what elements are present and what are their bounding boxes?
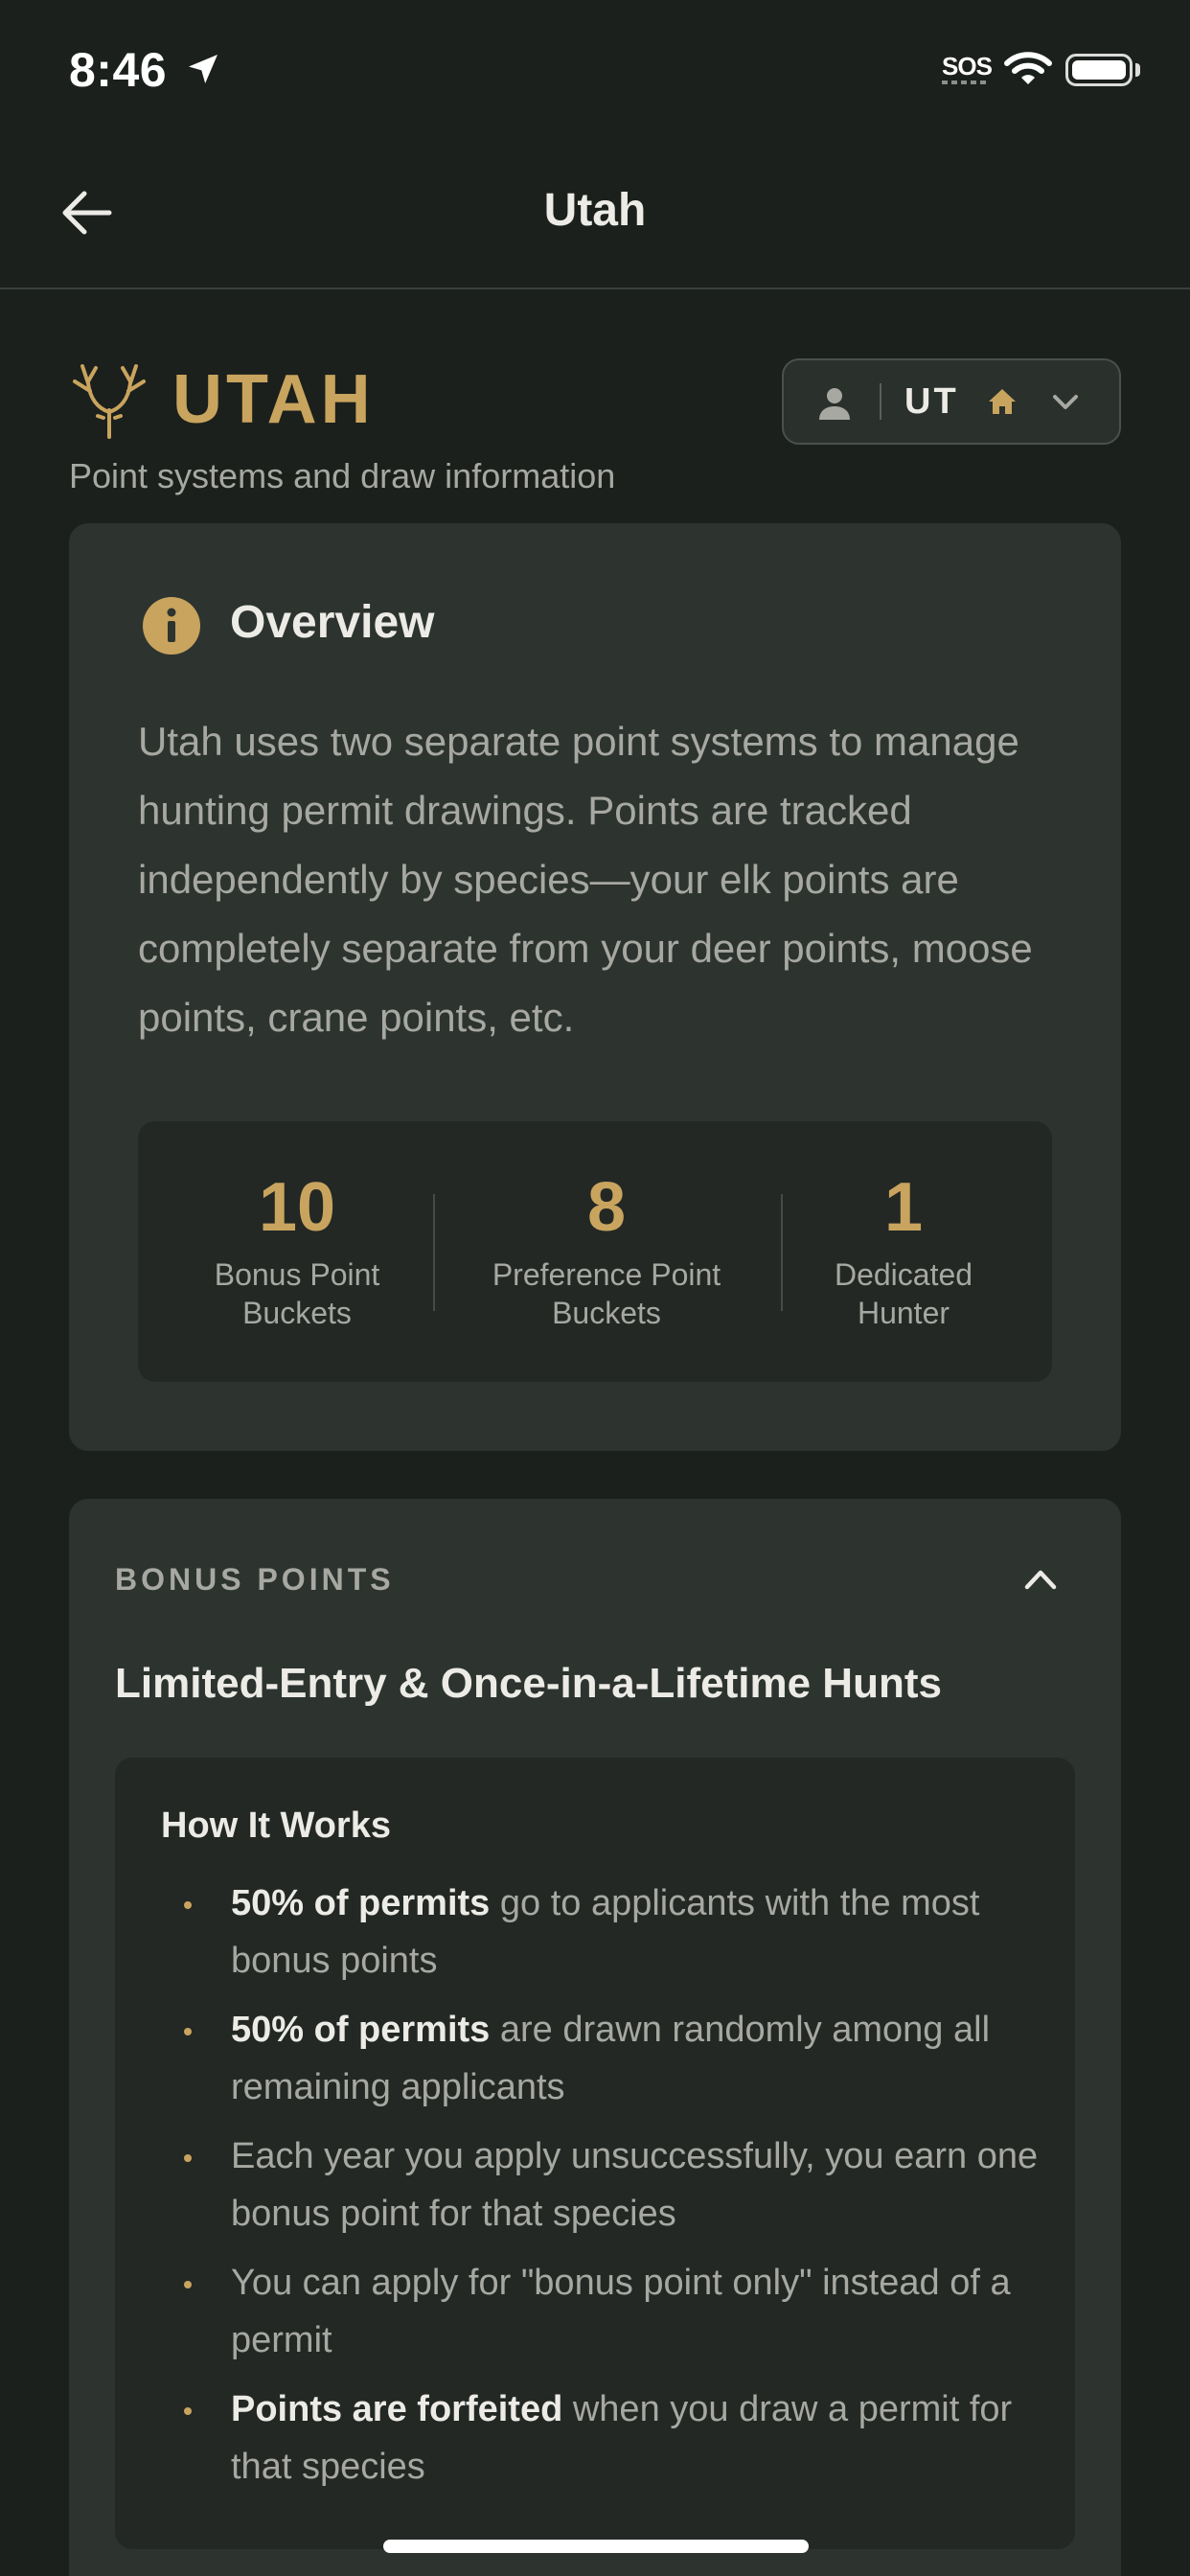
list-item: Points are forfeited when you draw a per…: [161, 2380, 1042, 2496]
info-icon: [143, 597, 200, 655]
stat-label-line2: Buckets: [552, 1296, 661, 1330]
stat-label-line1: Dedicated: [834, 1257, 973, 1292]
selector-divider: [880, 383, 881, 420]
bullet-bold: Points are forfeited: [231, 2389, 563, 2429]
state-title: UTAH: [172, 361, 375, 438]
bonus-points-title: Limited-Entry & Once-in-a-Lifetime Hunts: [115, 1660, 942, 1707]
overview-title: Overview: [230, 597, 435, 648]
chevron-down-icon: [1053, 395, 1078, 409]
home-indicator[interactable]: [383, 2540, 809, 2553]
signal-dots: [942, 80, 988, 84]
overview-description: Utah uses two separate point systems to …: [138, 719, 1033, 1040]
how-it-works-title: How It Works: [161, 1806, 391, 1846]
bullet-text: Each year you apply unsuccessfully, you …: [231, 2136, 1039, 2234]
home-icon: [989, 389, 1016, 414]
stat-label: Dedicated Hunter: [797, 1255, 1010, 1332]
stat-label-line1: Bonus Point: [214, 1257, 380, 1292]
stat-divider: [433, 1194, 435, 1311]
antler-icon: [73, 364, 146, 439]
header-divider: [0, 288, 1190, 289]
stat-value: 10: [258, 1169, 336, 1246]
chevron-up-icon[interactable]: [1021, 1564, 1060, 1593]
location-arrow-icon: [189, 55, 217, 83]
bullet-text: You can apply for "bonus point only" ins…: [231, 2263, 1011, 2360]
list-item: 50% of permits are drawn randomly among …: [161, 2001, 1042, 2116]
stat-dedicated-hunter: 1 Dedicated Hunter: [797, 1167, 1010, 1332]
list-item: 50% of permits go to applicants with the…: [161, 1874, 1042, 1990]
stat-divider: [781, 1194, 783, 1311]
bonus-points-section-label[interactable]: BONUS POINTS: [115, 1562, 395, 1598]
bullet-bold: 50% of permits: [231, 2010, 491, 2050]
stat-value: 1: [883, 1169, 924, 1246]
stat-label-line2: Hunter: [857, 1296, 950, 1330]
stat-label: Bonus Point Buckets: [176, 1255, 418, 1332]
page-title: Utah: [543, 185, 647, 236]
wifi-icon: [1004, 52, 1052, 84]
stat-label: Preference Point Buckets: [450, 1255, 763, 1332]
status-time: 8:46: [69, 43, 168, 97]
bullet-bold: 50% of permits: [231, 1883, 491, 1923]
stat-value: 8: [586, 1169, 627, 1246]
list-item: Each year you apply unsuccessfully, you …: [161, 2128, 1042, 2242]
battery-icon: [1065, 54, 1133, 86]
how-it-works-list: 50% of permits go to applicants with the…: [161, 1874, 1042, 2507]
state-subtitle: Point systems and draw information: [69, 456, 616, 495]
list-item: You can apply for "bonus point only" ins…: [161, 2254, 1042, 2369]
stat-preference-point-buckets: 8 Preference Point Buckets: [450, 1167, 763, 1332]
stat-label-line2: Buckets: [242, 1296, 352, 1330]
sos-indicator: SOS: [942, 52, 993, 80]
stat-bonus-point-buckets: 10 Bonus Point Buckets: [176, 1167, 418, 1332]
battery-cap: [1135, 63, 1140, 77]
state-code: UT: [904, 381, 959, 422]
stat-label-line1: Preference Point: [492, 1257, 721, 1292]
person-icon: [819, 388, 850, 420]
